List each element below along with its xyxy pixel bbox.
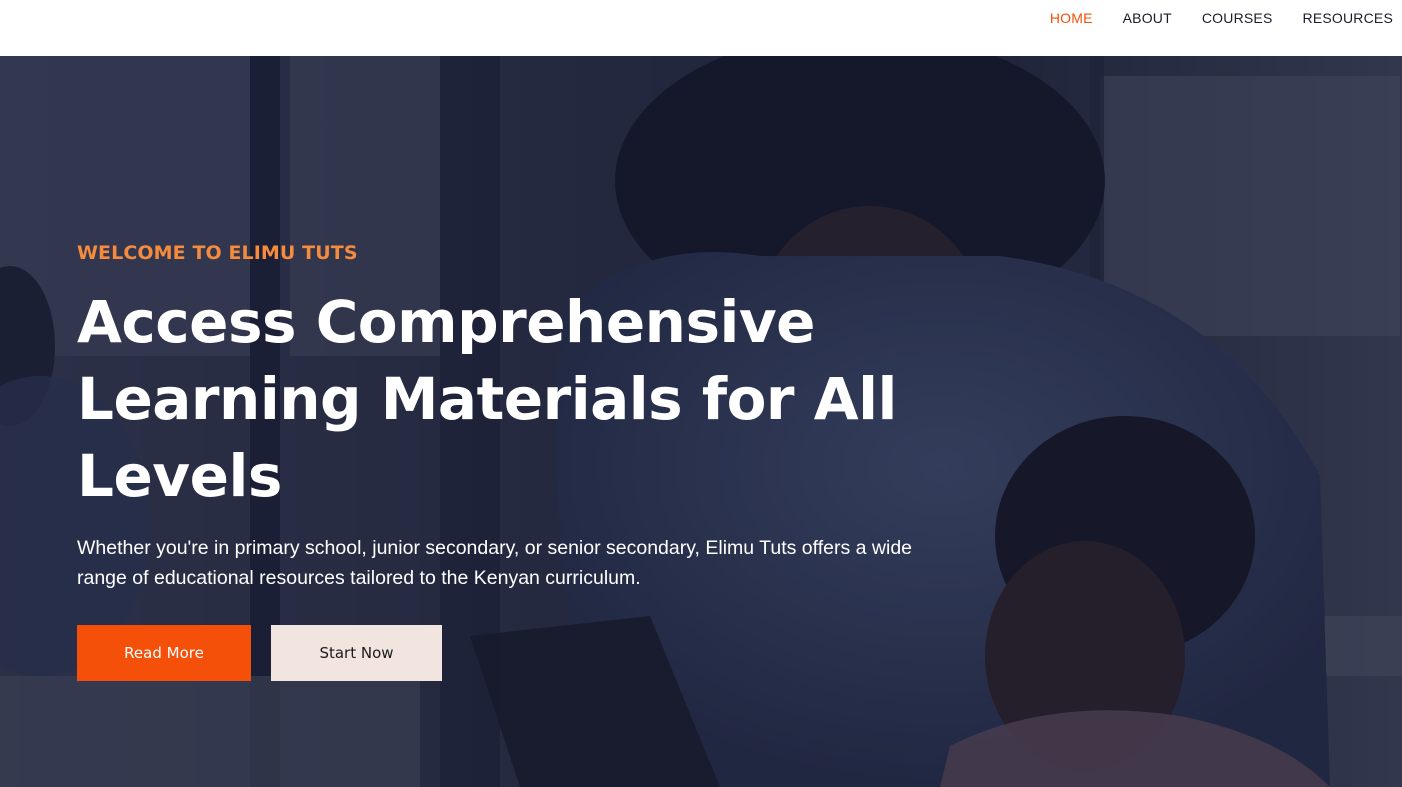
nav-link-courses[interactable]: COURSES xyxy=(1202,10,1273,26)
nav-link-resources[interactable]: RESOURCES xyxy=(1303,10,1393,26)
nav-link-about[interactable]: ABOUT xyxy=(1123,10,1172,26)
hero-eyebrow: WELCOME TO ELIMU TUTS xyxy=(77,242,358,264)
read-more-button[interactable]: Read More xyxy=(77,625,251,681)
site-header: HOME ABOUT COURSES RESOURCES xyxy=(0,0,1402,56)
hero-description: Whether you're in primary school, junior… xyxy=(77,537,913,589)
hero-title: Access Comprehensive Learning Materials … xyxy=(77,288,897,510)
hero-section: WELCOME TO ELIMU TUTS Access Comprehensi… xyxy=(0,56,1402,787)
start-now-button[interactable]: Start Now xyxy=(271,625,442,681)
main-nav: HOME ABOUT COURSES RESOURCES xyxy=(1050,0,1393,36)
nav-link-home[interactable]: HOME xyxy=(1050,10,1093,26)
hero-content: WELCOME TO ELIMU TUTS Access Comprehensi… xyxy=(77,56,977,787)
